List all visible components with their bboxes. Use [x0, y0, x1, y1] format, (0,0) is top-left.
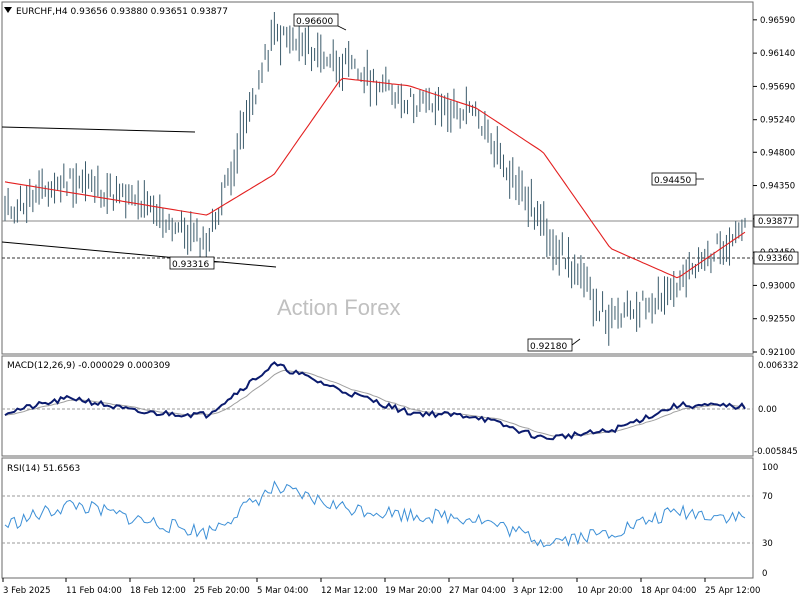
price-tick-label: 0.95690	[760, 82, 795, 92]
price-tick-label: 0.93000	[760, 281, 795, 291]
svg-text:0.93316: 0.93316	[172, 260, 209, 270]
time-tick-label: 25 Apr 12:00	[705, 586, 760, 596]
rsi-tick-100: 100	[762, 463, 778, 473]
rsi-tick-70: 70	[762, 492, 773, 502]
annotation-high2: 0.94450	[651, 172, 704, 186]
rsi-label: RSI(14) 51.6563	[7, 464, 80, 474]
svg-text:0.93877: 0.93877	[758, 217, 793, 227]
chart-header: EURCHF,H4 0.93656 0.93880 0.93651 0.9387…	[16, 7, 228, 17]
annotation-low2: 0.92180	[527, 338, 581, 352]
time-tick-label: 12 Mar 12:00	[321, 586, 378, 596]
macd-tick-zero: 0.00	[758, 405, 777, 415]
time-tick-label: 19 Mar 20:00	[385, 586, 442, 596]
svg-text:0.94450: 0.94450	[654, 176, 691, 186]
price-tick-label: 0.96590	[760, 16, 795, 26]
rsi-panel[interactable]	[1, 457, 754, 579]
macd-label: MACD(12,26,9) -0.000029 0.000309	[7, 361, 170, 371]
time-axis: 3 Feb 2025 11 Feb 04:00 18 Feb 12:00 25 Feb…	[2, 578, 760, 596]
watermark: Action Forex	[277, 295, 401, 320]
price-axis: 0.96590 0.96140 0.95690 0.95240 0.94800 0.943…	[753, 16, 795, 358]
level-price-tag: 0.93360	[753, 251, 799, 265]
svg-text:0.92180: 0.92180	[530, 342, 567, 352]
rsi-tick-0: 0	[762, 569, 767, 579]
current-price-tag: 0.93877	[753, 214, 799, 228]
time-tick-label: 18 Apr 04:00	[641, 586, 696, 596]
time-tick-label: 11 Feb 04:00	[66, 586, 122, 596]
time-tick-label: 27 Mar 04:00	[449, 586, 506, 596]
price-tick-label: 0.92100	[760, 348, 795, 358]
svg-text:0.96600: 0.96600	[296, 17, 333, 27]
price-tick-label: 0.94800	[760, 148, 795, 158]
time-tick-label: 25 Feb 20:00	[194, 586, 250, 596]
price-tick-label: 0.95240	[760, 116, 795, 126]
time-tick-label: 10 Apr 20:00	[577, 586, 632, 596]
macd-tick-top: 0.006332	[758, 361, 799, 371]
rsi-tick-30: 30	[762, 539, 773, 549]
trading-chart: EURCHF,H4 0.93656 0.93880 0.93651 0.9387…	[1, 1, 799, 596]
price-tick-label: 0.94350	[760, 182, 795, 192]
macd-tick-bottom: -0.005845	[754, 447, 798, 457]
time-tick-label: 3 Feb 2025	[3, 586, 51, 596]
price-tick-label: 0.92550	[760, 315, 795, 325]
svg-text:0.93360: 0.93360	[758, 254, 793, 264]
time-tick-label: 3 Apr 12:00	[513, 586, 563, 596]
time-tick-label: 5 Mar 04:00	[257, 586, 308, 596]
price-tick-label: 0.96140	[760, 49, 795, 59]
time-tick-label: 18 Feb 12:00	[130, 586, 186, 596]
